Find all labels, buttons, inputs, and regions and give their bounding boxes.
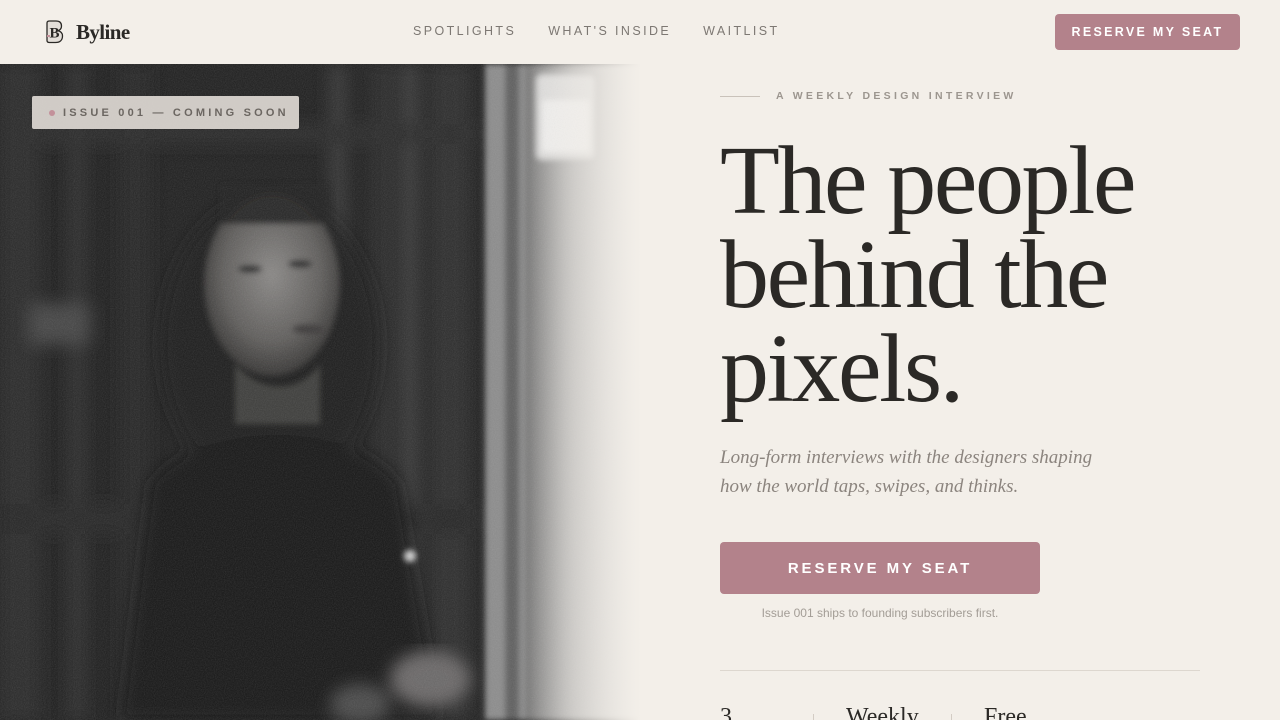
photo-fade-overlay: [520, 64, 640, 720]
brand-name: Byline: [76, 19, 130, 44]
nav-link-waitlist[interactable]: WAITLIST: [703, 24, 779, 38]
stat-issues: 3: [720, 704, 732, 720]
stat-separator: [813, 714, 814, 720]
headline-line-2: behind the: [720, 221, 1109, 329]
cta-note: Issue 001 ships to founding subscribers …: [761, 606, 999, 620]
brand-home-link[interactable]: B Byline: [44, 20, 130, 44]
issue-badge: ISSUE 001 — COMING SOON: [32, 96, 299, 129]
svg-text:B: B: [49, 26, 59, 42]
status-dot-icon: [49, 109, 55, 116]
nav-links: SPOTLIGHTS WHAT'S INSIDE WAITLIST: [413, 24, 780, 38]
b-monogram-logo-icon: B: [46, 20, 64, 44]
hero-photo: ISSUE 001 — COMING SOON: [0, 64, 640, 720]
nav-link-spotlights[interactable]: SPOTLIGHTS: [413, 24, 516, 38]
hero-subhead: Long-form interviews with the designers …: [720, 447, 1093, 497]
top-nav: B Byline SPOTLIGHTS WHAT'S INSIDE WAITLI…: [0, 0, 1280, 64]
hero-reserve-seat-button[interactable]: RESERVE MY SEAT: [720, 542, 1040, 594]
nav-link-whats-inside[interactable]: WHAT'S INSIDE: [548, 24, 671, 38]
eyebrow-rule: [720, 95, 760, 97]
issue-badge-label: ISSUE 001 — COMING SOON: [63, 106, 289, 119]
nav-reserve-seat-button[interactable]: RESERVE MY SEAT: [1055, 14, 1240, 50]
eyebrow-text: A WEEKLY DESIGN INTERVIEW: [776, 90, 1017, 102]
hero-headline: The people behind the pixels.: [720, 132, 1240, 418]
headline-line-3: pixels.: [720, 315, 964, 423]
headline-line-1: The people: [720, 127, 1136, 235]
stat-frequency: Weekly: [846, 704, 919, 720]
stat-separator: [951, 714, 952, 720]
eyebrow: A WEEKLY DESIGN INTERVIEW: [720, 90, 1017, 102]
section-divider: [720, 670, 1200, 671]
stat-price: Free: [984, 704, 1027, 720]
